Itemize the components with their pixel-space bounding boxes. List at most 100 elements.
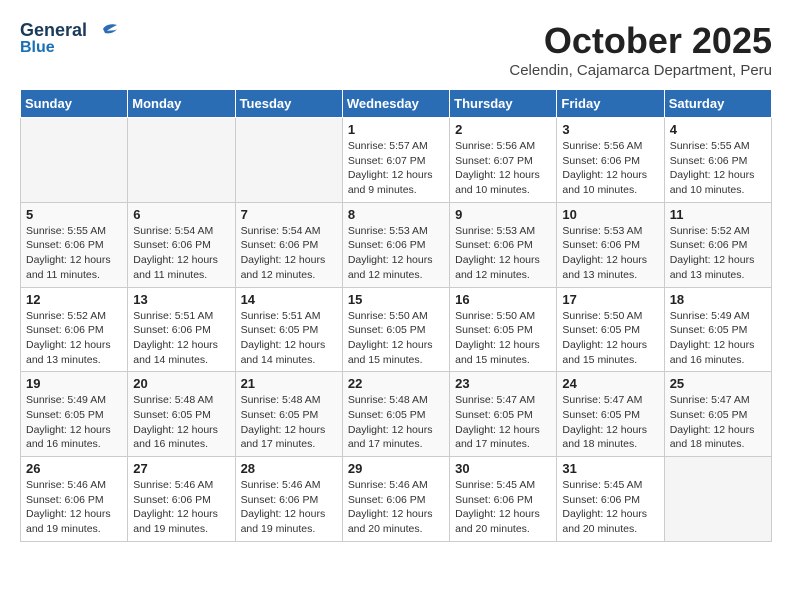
- table-row: 12 Sunrise: 5:52 AMSunset: 6:06 PMDayligh…: [21, 287, 128, 372]
- table-row: 24 Sunrise: 5:47 AMSunset: 6:05 PMDayligh…: [557, 372, 664, 457]
- day-number: 13: [133, 292, 229, 307]
- day-number: 16: [455, 292, 551, 307]
- table-row: 5Sunrise: 5:55 AMSunset: 6:06 PMDaylight…: [21, 202, 128, 287]
- day-number: 18: [670, 292, 766, 307]
- table-row: 13Sunrise: 5:51 AMSunset: 6:06 PMDayligh…: [128, 287, 235, 372]
- table-row: 25 Sunrise: 5:47 AMSunset: 6:05 PMDayligh…: [664, 372, 771, 457]
- day-number: 17: [562, 292, 658, 307]
- day-number: 25: [670, 376, 766, 391]
- day-info: Sunrise: 5:54 AMSunset: 6:06 PMDaylight:…: [241, 224, 337, 283]
- day-info: Sunrise: 5:50 AMSunset: 6:05 PMDaylight:…: [348, 309, 444, 368]
- table-row: [128, 118, 235, 203]
- logo-general-text: General: [20, 20, 87, 41]
- logo: General Blue: [20, 20, 117, 57]
- day-number: 15: [348, 292, 444, 307]
- day-info: Sunrise: 5:54 AMSunset: 6:06 PMDaylight:…: [133, 224, 229, 283]
- day-info: Sunrise: 5:48 AMSunset: 6:05 PMDaylight:…: [348, 393, 444, 452]
- day-info: Sunrise: 5:45 AMSunset: 6:06 PMDaylight:…: [455, 478, 551, 537]
- col-sunday: Sunday: [21, 90, 128, 118]
- day-info: Sunrise: 5:49 AMSunset: 6:05 PMDaylight:…: [670, 309, 766, 368]
- location-subtitle: Celendin, Cajamarca Department, Peru: [509, 62, 772, 79]
- day-number: 11: [670, 207, 766, 222]
- table-row: 11 Sunrise: 5:52 AMSunset: 6:06 PMDayligh…: [664, 202, 771, 287]
- table-row: 16 Sunrise: 5:50 AMSunset: 6:05 PMDayligh…: [450, 287, 557, 372]
- table-row: 6 Sunrise: 5:54 AMSunset: 6:06 PMDaylight…: [128, 202, 235, 287]
- calendar-header-row: Sunday Monday Tuesday Wednesday Thursday…: [21, 90, 772, 118]
- table-row: 28 Sunrise: 5:46 AMSunset: 6:06 PMDayligh…: [235, 457, 342, 542]
- day-info: Sunrise: 5:53 AMSunset: 6:06 PMDaylight:…: [348, 224, 444, 283]
- day-number: 5: [26, 207, 122, 222]
- calendar-week-row: 12 Sunrise: 5:52 AMSunset: 6:06 PMDayligh…: [21, 287, 772, 372]
- day-number: 4: [670, 122, 766, 137]
- day-info: Sunrise: 5:46 AMSunset: 6:06 PMDaylight:…: [348, 478, 444, 537]
- table-row: 29 Sunrise: 5:46 AMSunset: 6:06 PMDayligh…: [342, 457, 449, 542]
- day-number: 14: [241, 292, 337, 307]
- col-saturday: Saturday: [664, 90, 771, 118]
- title-area: October 2025 Celendin, Cajamarca Departm…: [509, 20, 772, 79]
- table-row: 9Sunrise: 5:53 AMSunset: 6:06 PMDaylight…: [450, 202, 557, 287]
- day-info: Sunrise: 5:49 AMSunset: 6:05 PMDaylight:…: [26, 393, 122, 452]
- day-number: 31: [562, 461, 658, 476]
- table-row: 18 Sunrise: 5:49 AMSunset: 6:05 PMDayligh…: [664, 287, 771, 372]
- day-info: Sunrise: 5:48 AMSunset: 6:05 PMDaylight:…: [241, 393, 337, 452]
- day-info: Sunrise: 5:46 AMSunset: 6:06 PMDaylight:…: [133, 478, 229, 537]
- table-row: [664, 457, 771, 542]
- day-number: 29: [348, 461, 444, 476]
- day-info: Sunrise: 5:46 AMSunset: 6:06 PMDaylight:…: [241, 478, 337, 537]
- table-row: 30 Sunrise: 5:45 AMSunset: 6:06 PMDayligh…: [450, 457, 557, 542]
- day-info: Sunrise: 5:51 AMSunset: 6:05 PMDaylight:…: [241, 309, 337, 368]
- table-row: 31 Sunrise: 5:45 AMSunset: 6:06 PMDayligh…: [557, 457, 664, 542]
- day-info: Sunrise: 5:48 AMSunset: 6:05 PMDaylight:…: [133, 393, 229, 452]
- day-info: Sunrise: 5:52 AMSunset: 6:06 PMDaylight:…: [26, 309, 122, 368]
- day-info: Sunrise: 5:52 AMSunset: 6:06 PMDaylight:…: [670, 224, 766, 283]
- col-monday: Monday: [128, 90, 235, 118]
- day-info: Sunrise: 5:50 AMSunset: 6:05 PMDaylight:…: [562, 309, 658, 368]
- day-number: 21: [241, 376, 337, 391]
- day-info: Sunrise: 5:50 AMSunset: 6:05 PMDaylight:…: [455, 309, 551, 368]
- table-row: 26 Sunrise: 5:46 AMSunset: 6:06 PMDayligh…: [21, 457, 128, 542]
- day-info: Sunrise: 5:53 AMSunset: 6:06 PMDaylight:…: [562, 224, 658, 283]
- day-number: 10: [562, 207, 658, 222]
- col-wednesday: Wednesday: [342, 90, 449, 118]
- day-number: 30: [455, 461, 551, 476]
- day-info: Sunrise: 5:47 AMSunset: 6:05 PMDaylight:…: [670, 393, 766, 452]
- day-number: 6: [133, 207, 229, 222]
- day-number: 26: [26, 461, 122, 476]
- table-row: 20 Sunrise: 5:48 AMSunset: 6:05 PMDayligh…: [128, 372, 235, 457]
- table-row: 7 Sunrise: 5:54 AMSunset: 6:06 PMDaylight…: [235, 202, 342, 287]
- col-tuesday: Tuesday: [235, 90, 342, 118]
- day-info: Sunrise: 5:57 AMSunset: 6:07 PMDaylight:…: [348, 139, 444, 198]
- table-row: 14 Sunrise: 5:51 AMSunset: 6:05 PMDayligh…: [235, 287, 342, 372]
- table-row: [235, 118, 342, 203]
- table-row: 23 Sunrise: 5:47 AMSunset: 6:05 PMDayligh…: [450, 372, 557, 457]
- day-number: 20: [133, 376, 229, 391]
- day-info: Sunrise: 5:46 AMSunset: 6:06 PMDaylight:…: [26, 478, 122, 537]
- logo-block: General Blue: [20, 20, 117, 57]
- day-info: Sunrise: 5:45 AMSunset: 6:06 PMDaylight:…: [562, 478, 658, 537]
- calendar-week-row: 26 Sunrise: 5:46 AMSunset: 6:06 PMDayligh…: [21, 457, 772, 542]
- table-row: 21 Sunrise: 5:48 AMSunset: 6:05 PMDayligh…: [235, 372, 342, 457]
- day-info: Sunrise: 5:53 AMSunset: 6:06 PMDaylight:…: [455, 224, 551, 283]
- calendar: Sunday Monday Tuesday Wednesday Thursday…: [20, 89, 772, 542]
- table-row: 19Sunrise: 5:49 AMSunset: 6:05 PMDayligh…: [21, 372, 128, 457]
- day-number: 24: [562, 376, 658, 391]
- table-row: 1Sunrise: 5:57 AMSunset: 6:07 PMDaylight…: [342, 118, 449, 203]
- day-info: Sunrise: 5:55 AMSunset: 6:06 PMDaylight:…: [670, 139, 766, 198]
- day-info: Sunrise: 5:47 AMSunset: 6:05 PMDaylight:…: [455, 393, 551, 452]
- table-row: 2Sunrise: 5:56 AMSunset: 6:07 PMDaylight…: [450, 118, 557, 203]
- logo-blue-text: Blue: [20, 39, 55, 56]
- day-number: 23: [455, 376, 551, 391]
- day-number: 7: [241, 207, 337, 222]
- table-row: 27 Sunrise: 5:46 AMSunset: 6:06 PMDayligh…: [128, 457, 235, 542]
- table-row: 15 Sunrise: 5:50 AMSunset: 6:05 PMDayligh…: [342, 287, 449, 372]
- calendar-week-row: 19Sunrise: 5:49 AMSunset: 6:05 PMDayligh…: [21, 372, 772, 457]
- col-thursday: Thursday: [450, 90, 557, 118]
- month-title: October 2025: [509, 20, 772, 62]
- day-number: 12: [26, 292, 122, 307]
- day-number: 2: [455, 122, 551, 137]
- calendar-week-row: 5Sunrise: 5:55 AMSunset: 6:06 PMDaylight…: [21, 202, 772, 287]
- day-info: Sunrise: 5:47 AMSunset: 6:05 PMDaylight:…: [562, 393, 658, 452]
- day-number: 27: [133, 461, 229, 476]
- table-row: 22Sunrise: 5:48 AMSunset: 6:05 PMDayligh…: [342, 372, 449, 457]
- day-number: 28: [241, 461, 337, 476]
